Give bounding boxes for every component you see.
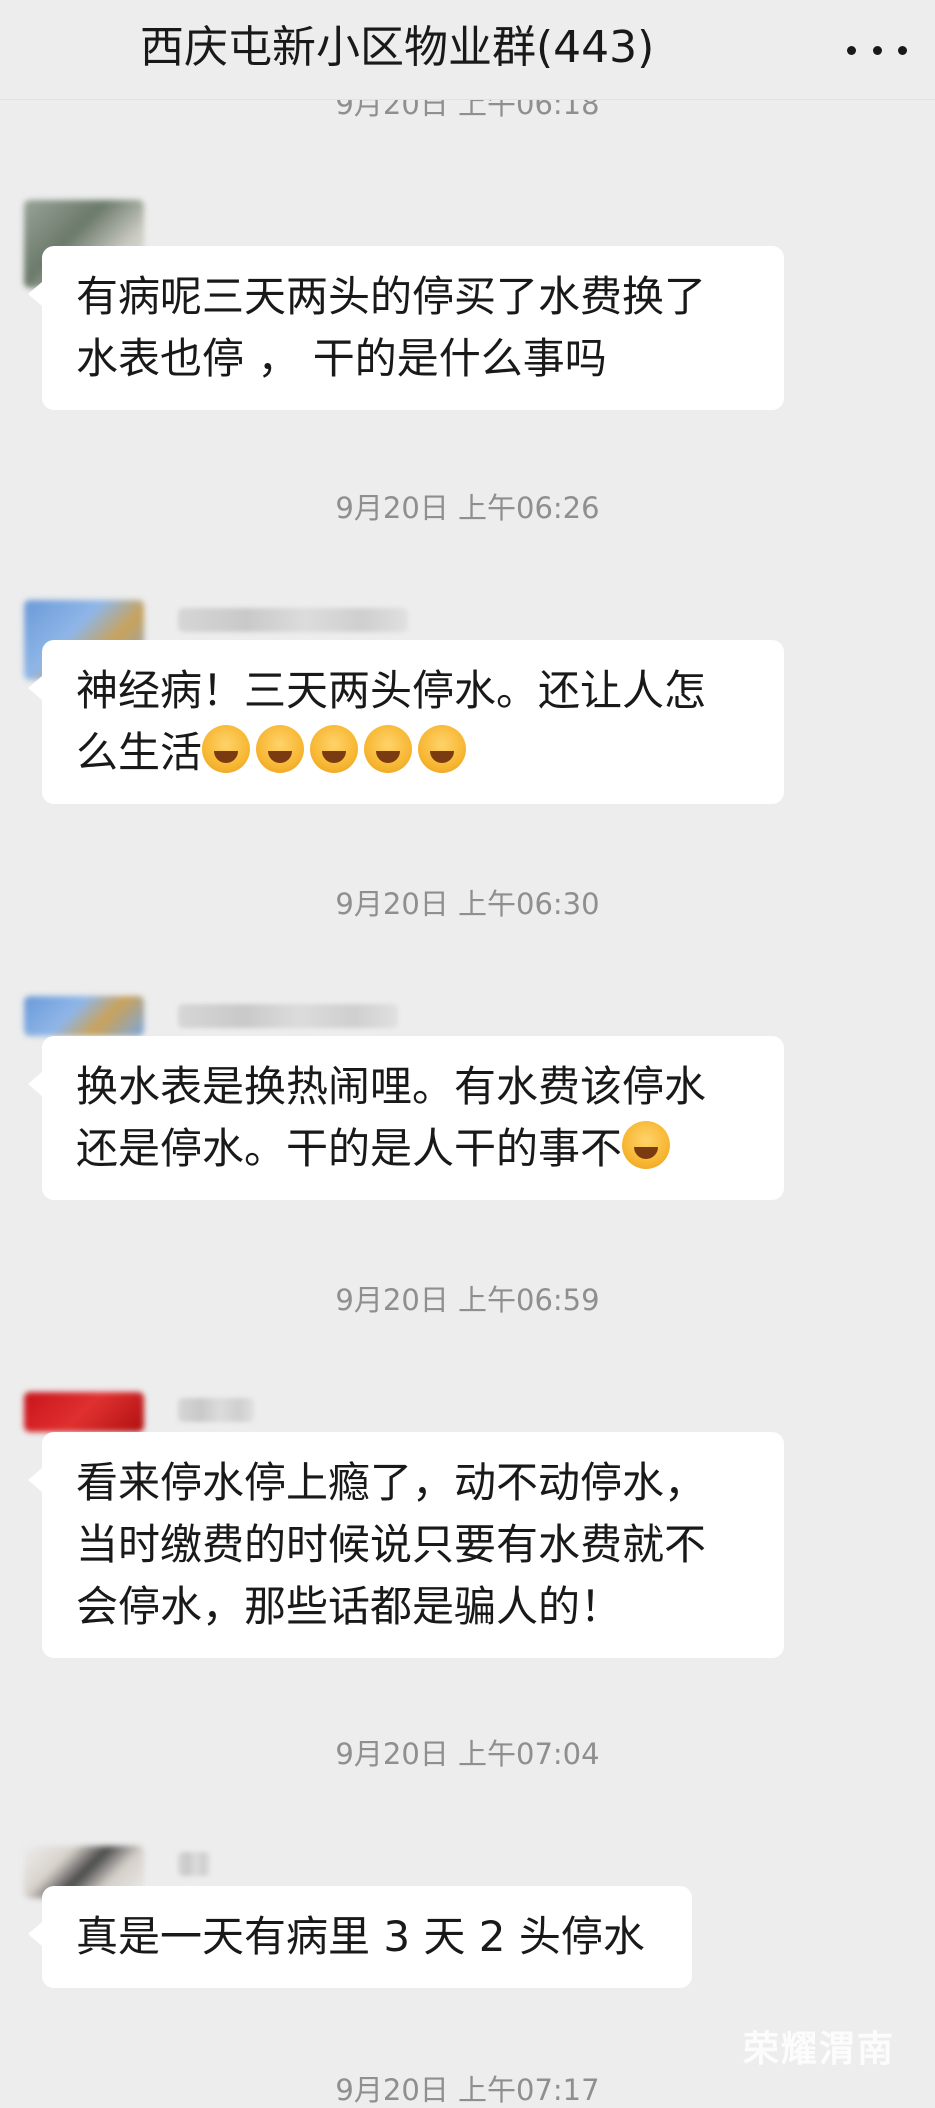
timestamp: 9月20日 上午07:04	[335, 1737, 600, 1771]
message-text: 会停水，那些话都是骗人的！	[76, 1582, 623, 1631]
crying-laughing-face-icon	[202, 725, 251, 773]
message-text: 么生活	[76, 728, 203, 777]
crying-laughing-face-icon	[310, 725, 359, 773]
sender-name	[178, 608, 408, 632]
message-text: 有病呢三天两头的停买了水费换了	[76, 272, 707, 321]
message-text: 真是一天有病里 3 天 2 头停水	[76, 1912, 645, 1961]
crying-laughing-face-icon	[256, 725, 305, 773]
timestamp: 9月20日 上午06:59	[335, 1283, 600, 1317]
avatar[interactable]	[24, 1392, 144, 1432]
message-text: 神经病！三天两头停水。还让人怎	[76, 666, 707, 715]
sender-name	[178, 1004, 398, 1028]
timestamp: 9月20日 上午06:26	[335, 491, 600, 525]
watermark: 荣耀渭南	[742, 2029, 895, 2070]
avatar[interactable]	[24, 996, 144, 1036]
message-bubble[interactable]: 真是一天有病里 3 天 2 头停水	[28, 1886, 692, 1988]
message-text: 当时缴费的时候说只要有水费就不	[76, 1520, 707, 1569]
timestamp: 9月20日 上午06:18	[335, 100, 600, 121]
tired-face-icon	[622, 1121, 671, 1169]
more-dots-icon[interactable]	[847, 38, 907, 62]
message-text: 换水表是换热闹哩。有水费该停水	[76, 1062, 707, 1111]
chat-header: 西庆屯新小区物业群(443)	[0, 0, 935, 100]
message-bubble[interactable]: 有病呢三天两头的停买了水费换了 水表也停 ， 干的是什么事吗	[28, 246, 784, 410]
message-bubble[interactable]: 神经病！三天两头停水。还让人怎 么生活	[28, 640, 784, 804]
sender-name	[178, 1398, 254, 1422]
message-text: 水表也停 ， 干的是什么事吗	[76, 334, 607, 383]
crying-laughing-face-icon	[418, 725, 467, 773]
message-bubble[interactable]: 换水表是换热闹哩。有水费该停水 还是停水。干的是人干的事不	[28, 1036, 784, 1200]
chat-title: 西庆屯新小区物业群(443)	[140, 22, 655, 73]
timestamp: 9月20日 上午07:17	[335, 2073, 600, 2107]
sender-name	[178, 1852, 210, 1876]
message-text: 看来停水停上瘾了，动不动停水，	[76, 1458, 707, 1507]
message-bubble[interactable]: 看来停水停上瘾了，动不动停水， 当时缴费的时候说只要有水费就不 会停水，那些话都…	[28, 1432, 784, 1658]
timestamp: 9月20日 上午06:30	[335, 887, 600, 921]
message-text: 还是停水。干的是人干的事不	[76, 1124, 623, 1173]
crying-laughing-face-icon	[364, 725, 413, 773]
